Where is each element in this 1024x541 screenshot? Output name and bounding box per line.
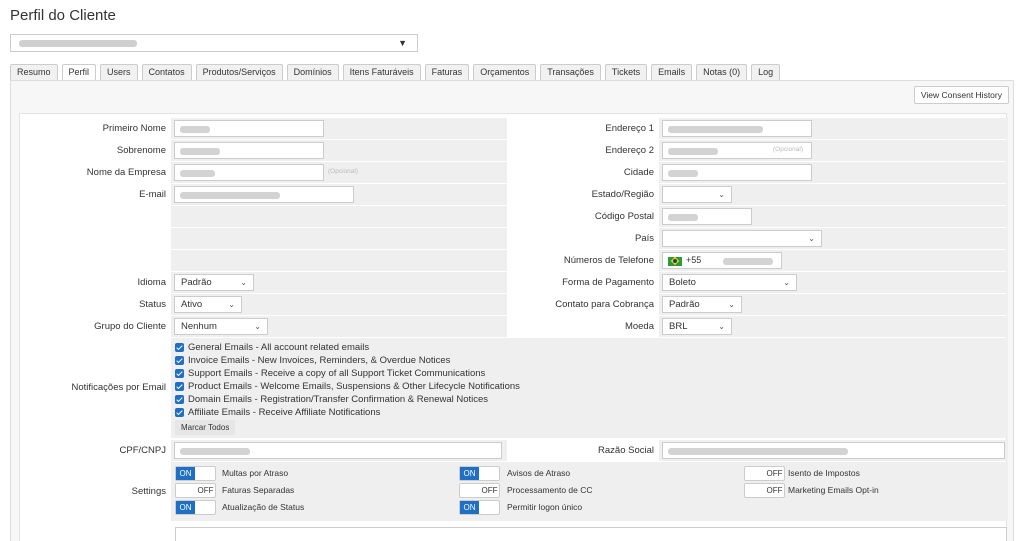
view-consent-history-button[interactable]: View Consent History (913, 86, 1009, 104)
late-fees-toggle[interactable]: ON (175, 466, 216, 481)
tab-resumo[interactable]: Resumo (10, 64, 58, 80)
phone-label: Números de Telefone (508, 250, 658, 271)
brazil-flag-icon (668, 257, 682, 266)
client-name-redacted (19, 40, 137, 47)
separate-invoices-toggle[interactable]: OFF (175, 483, 216, 498)
first-name-input[interactable] (174, 120, 324, 137)
tab-faturas[interactable]: Faturas (424, 64, 470, 80)
chevron-down-icon: ⌄ (728, 300, 735, 309)
postcode-label: Código Postal (508, 206, 658, 227)
company-name-label: Razão Social (508, 440, 658, 461)
country-label: País (508, 228, 658, 249)
company-input[interactable]: (Opcional) (174, 164, 358, 181)
state-select[interactable]: ⌄ (662, 186, 732, 203)
status-select[interactable]: Ativo ⌄ (174, 296, 242, 313)
overdue-notices-label: Avisos de Atraso (507, 468, 571, 478)
address1-label: Endereço 1 (508, 118, 658, 139)
chevron-down-icon: ⌄ (718, 190, 725, 199)
late-fees-label: Multas por Atraso (222, 468, 289, 478)
tax-exempt-label: Isento de Impostos (788, 468, 860, 478)
group-label: Grupo do Cliente (20, 316, 170, 337)
profile-form: Primeiro Nome Endereço 1 Sobrenome Ender… (19, 113, 1008, 541)
notify-affiliate-checkbox[interactable]: Affiliate Emails - Receive Affiliate Not… (175, 407, 380, 418)
company-name-input[interactable] (662, 442, 1005, 459)
chevron-down-icon: ⌄ (783, 278, 790, 287)
tab-log[interactable]: Log (751, 64, 781, 80)
phone-country-code: +55 (686, 255, 702, 265)
tab-itens-faturaveis[interactable]: Itens Faturáveis (342, 64, 421, 80)
email-label: E-mail (20, 184, 170, 205)
status-update-label: Atualização de Status (222, 502, 305, 512)
page-title: Perfil do Cliente (10, 7, 116, 24)
tab-dominios[interactable]: Domínios (286, 64, 339, 80)
chevron-down-icon: ⌄ (254, 322, 261, 331)
address2-label: Endereço 2 (508, 140, 658, 161)
notify-support-checkbox[interactable]: Support Emails - Receive a copy of all S… (175, 368, 485, 379)
billing-contact-select[interactable]: Padrão ⌄ (662, 296, 742, 313)
notify-domain-checkbox[interactable]: Domain Emails - Registration/Transfer Co… (175, 394, 488, 405)
status-label: Status (20, 294, 170, 315)
address2-input[interactable]: (Opcional) (662, 142, 812, 159)
payment-select[interactable]: Boleto ⌄ (662, 274, 797, 291)
cc-processing-toggle[interactable]: OFF (459, 483, 500, 498)
chevron-down-icon: ⌄ (228, 300, 235, 309)
mark-all-button[interactable]: Marcar Todos (175, 420, 236, 435)
tab-users[interactable]: Users (100, 64, 138, 80)
last-name-input[interactable] (174, 142, 324, 159)
language-label: Idioma (20, 272, 170, 293)
email-notifications-label: Notificações por Email (20, 338, 170, 438)
tab-emails[interactable]: Emails (651, 64, 693, 80)
settings-label: Settings (20, 462, 170, 521)
phone-input[interactable]: +55 (662, 252, 782, 269)
tab-notas[interactable]: Notas (0) (696, 64, 748, 80)
cpf-label: CPF/CNPJ (20, 440, 170, 461)
country-select[interactable]: ⌄ (662, 230, 822, 247)
tab-perfil[interactable]: Perfil (61, 64, 97, 81)
chevron-down-icon: ⌄ (718, 322, 725, 331)
chevron-down-icon: ▼ (398, 38, 407, 48)
group-select[interactable]: Nenhum ⌄ (174, 318, 268, 335)
tab-tickets[interactable]: Tickets (604, 64, 648, 80)
chevron-down-icon: ⌄ (240, 278, 247, 287)
last-name-label: Sobrenome (20, 140, 170, 161)
separate-invoices-label: Faturas Separadas (222, 485, 295, 495)
overdue-notices-toggle[interactable]: ON (459, 466, 500, 481)
tab-orcamentos[interactable]: Orçamentos (473, 64, 537, 80)
state-label: Estado/Região (508, 184, 658, 205)
currency-label: Moeda (508, 316, 658, 337)
single-sign-on-label: Permitir logon único (507, 502, 583, 512)
marketing-optin-toggle[interactable]: OFF (744, 483, 785, 498)
company-label: Nome da Empresa (20, 162, 170, 183)
notify-general-checkbox[interactable]: General Emails - All account related ema… (175, 342, 369, 353)
client-select[interactable]: ▼ (10, 34, 418, 52)
admin-notes-textarea[interactable] (175, 527, 1007, 541)
marketing-optin-label: Marketing Emails Opt-in (788, 485, 879, 495)
notify-product-checkbox[interactable]: Product Emails - Welcome Emails, Suspens… (175, 381, 520, 392)
status-update-toggle[interactable]: ON (175, 500, 216, 515)
city-input[interactable] (662, 164, 812, 181)
tab-bar: Resumo Perfil Users Contatos Produtos/Se… (10, 64, 784, 81)
postcode-input[interactable] (662, 208, 752, 225)
tab-panel: View Consent History Primeiro Nome Ender… (10, 80, 1014, 541)
cc-processing-label: Processamento de CC (507, 485, 593, 495)
billing-contact-label: Contato para Cobrança (508, 294, 658, 315)
tab-contatos[interactable]: Contatos (141, 64, 192, 80)
optional-hint: (Opcional) (328, 168, 358, 175)
first-name-label: Primeiro Nome (20, 118, 170, 139)
optional-hint: (Opcional) (773, 146, 803, 153)
tab-produtos[interactable]: Produtos/Serviços (195, 64, 283, 80)
cpf-input[interactable] (174, 442, 502, 459)
language-select[interactable]: Padrão ⌄ (174, 274, 254, 291)
chevron-down-icon: ⌄ (808, 234, 815, 243)
city-label: Cidade (508, 162, 658, 183)
address1-input[interactable] (662, 120, 812, 137)
notify-invoice-checkbox[interactable]: Invoice Emails - New Invoices, Reminders… (175, 355, 450, 366)
currency-select[interactable]: BRL ⌄ (662, 318, 732, 335)
single-sign-on-toggle[interactable]: ON (459, 500, 500, 515)
tax-exempt-toggle[interactable]: OFF (744, 466, 785, 481)
email-input[interactable] (174, 186, 354, 203)
tab-transacoes[interactable]: Transações (540, 64, 601, 80)
payment-label: Forma de Pagamento (508, 272, 658, 293)
